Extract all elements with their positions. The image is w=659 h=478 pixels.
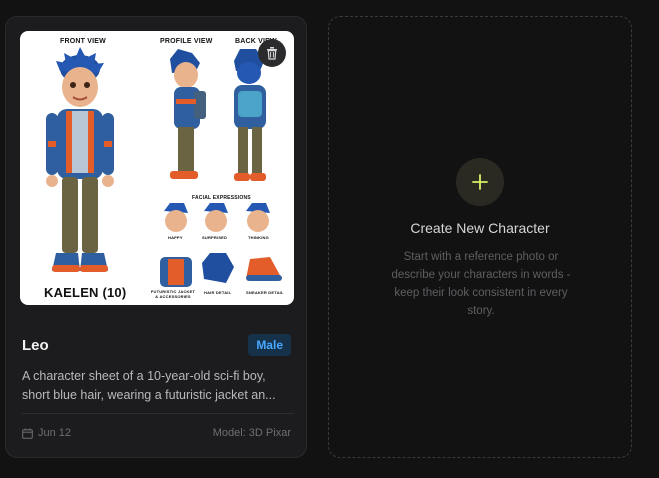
character-sheet-image: FRONT VIEW PROFILE VIEW BACK VIEW FACIAL… <box>20 31 294 305</box>
character-description: A character sheet of a 10-year-old sci-f… <box>22 369 276 402</box>
profile-view-figure <box>170 49 206 179</box>
front-view-label: FRONT VIEW <box>60 38 106 45</box>
hair-detail-label: HAIR DETAIL <box>204 290 232 295</box>
create-character-card[interactable]: Create New Character Start with a refere… <box>328 16 632 458</box>
character-name: Leo <box>22 337 49 354</box>
plus-icon <box>472 174 488 190</box>
card-divider <box>22 413 294 414</box>
character-caption: KAELEN (10) <box>44 285 127 300</box>
create-character-hint: Start with a reference photo or describe… <box>391 251 571 317</box>
back-view-figure <box>234 49 266 181</box>
expression-heads <box>164 203 270 232</box>
front-view-figure <box>46 47 114 272</box>
delete-button[interactable] <box>258 39 286 67</box>
created-date: Jun 12 <box>22 427 71 439</box>
characters-grid: FRONT VIEW PROFILE VIEW BACK VIEW FACIAL… <box>0 0 659 478</box>
created-date-text: Jun 12 <box>38 427 72 439</box>
add-character-button[interactable] <box>456 158 504 206</box>
calendar-icon <box>22 428 33 439</box>
sneaker-detail-label: SNEAKER DETAIL <box>246 290 284 295</box>
character-card[interactable]: FRONT VIEW PROFILE VIEW BACK VIEW FACIAL… <box>5 16 307 458</box>
facial-expressions-label: FACIAL EXPRESSIONS <box>192 195 251 201</box>
profile-view-label: PROFILE VIEW <box>160 38 213 45</box>
accessory-details <box>160 253 282 287</box>
surprised-label: SURPRISED <box>202 235 228 240</box>
happy-label: HAPPY <box>168 235 183 240</box>
gender-badge: Male <box>248 334 291 356</box>
thinking-label: THINKING <box>248 235 269 240</box>
model-label: Model: 3D Pixar <box>212 427 291 439</box>
jacket-accessories-label: FUTURISTIC JACKET & ACCESSORIES <box>150 289 196 299</box>
create-character-title: Create New Character <box>410 220 550 236</box>
character-sheet-illustration <box>46 47 282 287</box>
trash-icon <box>267 47 277 60</box>
